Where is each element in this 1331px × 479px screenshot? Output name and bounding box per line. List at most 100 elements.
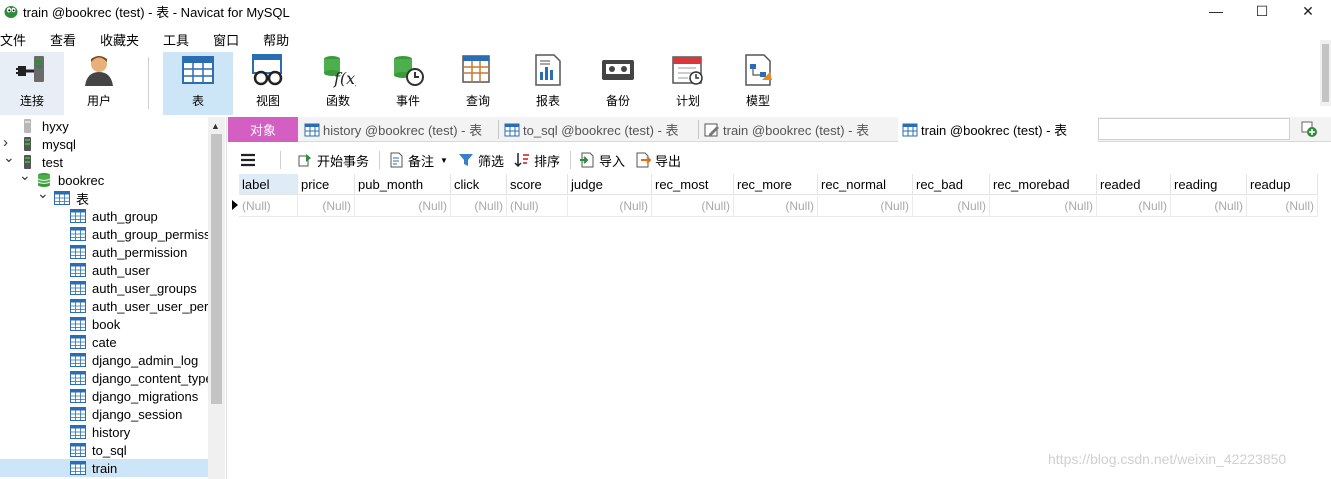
tab-search-input[interactable] [1098,118,1290,140]
tree-item[interactable]: history [0,423,208,441]
backup-tape-icon [602,60,634,80]
grid-cell[interactable]: (Null) [1247,196,1318,217]
export-button[interactable]: 导出 [635,148,681,172]
begin-transaction-button[interactable]: 开始事务 [297,148,369,172]
column-header[interactable]: readup [1247,174,1318,195]
menu-help[interactable]: 帮助 [263,30,301,49]
filter-button[interactable]: 筛选 [458,148,504,172]
grid-cell[interactable]: (Null) [990,196,1097,217]
column-header[interactable]: judge [568,174,652,195]
tree-item[interactable]: › mysql [0,134,208,153]
scrollbar-thumb[interactable] [1322,44,1329,102]
tree-item[interactable]: auth_user_groups [0,279,208,297]
column-header[interactable]: rec_more [734,174,818,195]
grid-cell[interactable]: (Null) [568,196,652,217]
close-button[interactable]: ✕ [1285,0,1331,22]
grid-cell[interactable]: (Null) [298,196,355,217]
column-header[interactable]: rec_normal [818,174,913,195]
tab-train-data[interactable]: train @bookrec (test) - 表 [898,117,1098,142]
sidebar-scrollbar[interactable]: ▲ [208,117,225,479]
tree-item[interactable]: hyxy [0,117,208,135]
report-button[interactable]: 报表 [513,52,583,115]
tab-to-sql[interactable]: to_sql @bookrec (test) - 表 [500,117,698,142]
svg-text:f(x): f(x) [333,69,356,88]
database-green-icon [24,155,31,169]
column-header[interactable]: click [451,174,507,195]
tab-objects[interactable]: 对象 [228,117,298,142]
tree-item[interactable]: django_migrations [0,387,208,405]
tree-item[interactable]: auth_group [0,207,208,225]
column-header[interactable]: pub_month [355,174,451,195]
grid-cell[interactable]: (Null) [239,196,298,217]
grid-cell[interactable]: (Null) [818,196,913,217]
column-header[interactable]: rec_morebad [990,174,1097,195]
tree-item[interactable]: ⌄ test [0,149,208,171]
function-button[interactable]: f(x) 函数 [303,52,373,115]
column-header[interactable]: score [507,174,568,195]
tree-item[interactable]: auth_permission [0,243,208,261]
grid-cell[interactable]: (Null) [355,196,451,217]
table-button[interactable]: 表 [163,52,233,115]
tree-item-label: 表 [76,191,90,207]
scroll-up-icon[interactable]: ▲ [211,121,220,131]
sort-button[interactable]: 排序 [514,148,560,172]
view-glasses-icon [252,54,283,86]
model-button[interactable]: 模型 [723,52,793,115]
tree-item[interactable]: django_admin_log [0,351,208,369]
tree-item-label: train [92,460,118,476]
grid-cell[interactable]: (Null) [913,196,990,217]
column-header[interactable]: price [298,174,355,195]
import-button[interactable]: 导入 [579,148,625,172]
tree-item-label: book [92,316,121,332]
user-button[interactable]: 用户 [64,52,134,115]
tree-item[interactable]: train [0,459,208,477]
grid-cell[interactable]: (Null) [507,196,568,217]
tree-item[interactable]: cate [0,333,208,351]
tab-train-design[interactable]: train @bookrec (test) - 表 [700,117,898,142]
grid-cell[interactable]: (Null) [1097,196,1171,217]
menu-tools[interactable]: 工具 [163,30,201,49]
grid-cell[interactable]: (Null) [652,196,734,217]
menu-favorites[interactable]: 收藏夹 [100,30,151,49]
tab-to-sql-label: to_sql @bookrec (test) - 表 [523,123,679,138]
menu-window[interactable]: 窗口 [213,30,251,49]
tree-item[interactable]: to_sql [0,441,208,459]
tree-item[interactable]: auth_user_user_pern [0,297,216,315]
column-header[interactable]: rec_bad [913,174,990,195]
column-header[interactable]: rec_most [652,174,734,195]
tree-item[interactable]: django_content_type [0,369,213,387]
tree-item[interactable]: ⌄ 表 [0,185,208,207]
menu-view[interactable]: 查看 [50,30,88,49]
toolbar-scrollbar[interactable] [1320,40,1331,106]
tree-item-label: django_session [92,406,183,422]
tree-item[interactable]: django_session [0,405,208,423]
column-header[interactable]: label [239,174,298,195]
memo-button[interactable]: 备注 ▼ [388,148,448,172]
grid-cell[interactable]: (Null) [1171,196,1247,217]
column-header[interactable]: reading [1171,174,1247,195]
menu-button[interactable] [240,148,260,172]
tree-item[interactable]: ⌄ bookrec [0,167,208,189]
tree-item[interactable]: auth_group_permiss [0,225,211,243]
minimize-button[interactable]: — [1193,0,1239,22]
schedule-button[interactable]: 计划 [653,52,723,115]
chevron-right-icon[interactable]: › [3,134,8,151]
event-button[interactable]: 事件 [373,52,443,115]
view-button[interactable]: 视图 [233,52,303,115]
table-icon [70,299,86,313]
backup-button[interactable]: 备份 [583,52,653,115]
connect-button[interactable]: 连接 [0,52,64,115]
tree-item[interactable]: book [0,315,208,333]
grid-cell[interactable]: (Null) [451,196,507,217]
menu-file[interactable]: 文件 [0,30,38,49]
tree-item-label: django_admin_log [92,352,199,368]
query-button[interactable]: 查询 [443,52,513,115]
tree-item[interactable]: auth_user [0,261,208,279]
user-icon [85,56,113,86]
maximize-button[interactable]: ☐ [1239,0,1285,22]
column-header[interactable]: readed [1097,174,1171,195]
scrollbar-thumb[interactable] [211,134,222,404]
tab-history[interactable]: history @bookrec (test) - 表 [300,117,498,142]
grid-cell[interactable]: (Null) [734,196,818,217]
new-object-icon[interactable] [1300,120,1318,138]
